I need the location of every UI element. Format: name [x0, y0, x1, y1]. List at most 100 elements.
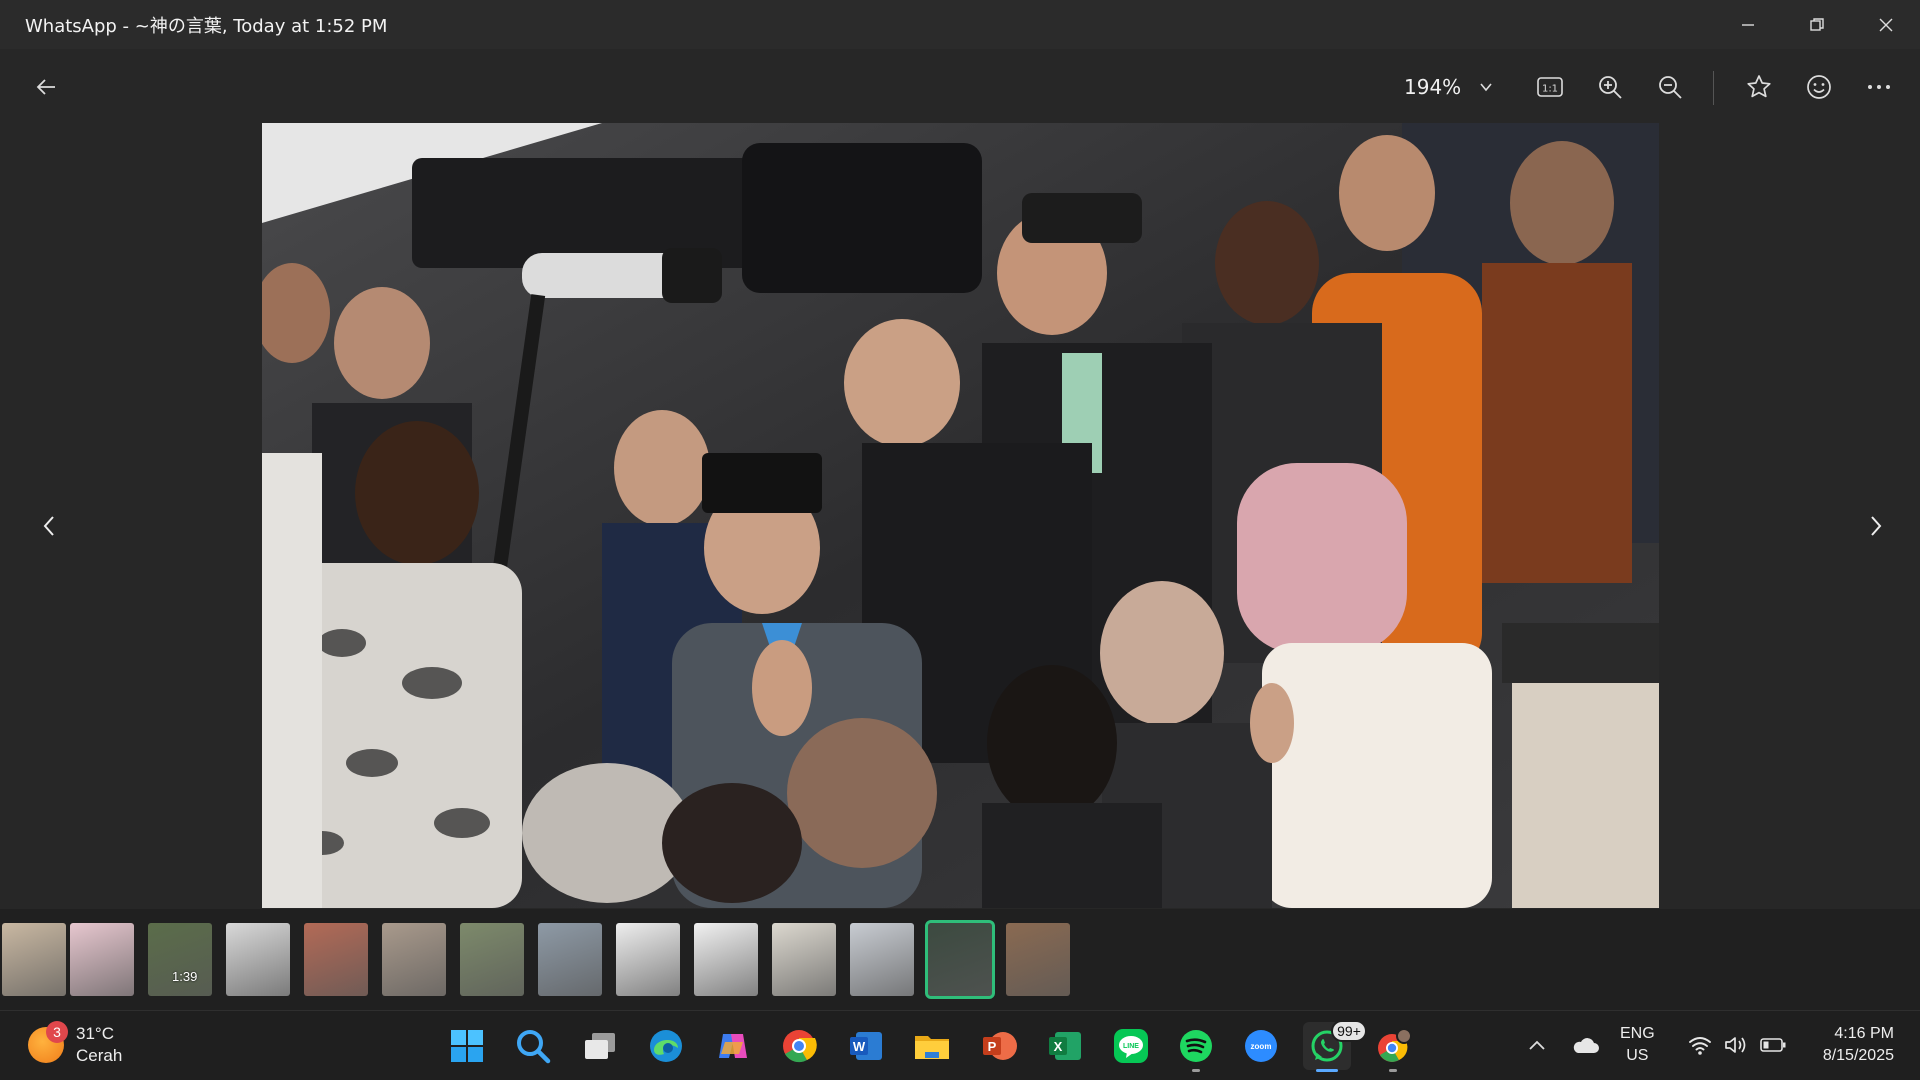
active-indicator: [1316, 1069, 1338, 1072]
star-icon: [1747, 75, 1771, 98]
viewer-toolbar: 194% 1:1: [0, 49, 1920, 121]
actual-size-icon: 1:1: [1537, 77, 1563, 97]
cloud-icon: [1573, 1038, 1599, 1053]
svg-text:X: X: [1054, 1039, 1063, 1054]
zoom-out-button[interactable]: [1652, 69, 1688, 105]
back-button[interactable]: [30, 71, 62, 103]
weather-condition: Cerah: [76, 1046, 123, 1065]
language-code: ENG: [1620, 1025, 1655, 1042]
filmstrip-thumbnail[interactable]: [2, 923, 66, 996]
excel-icon: X: [1049, 1032, 1081, 1060]
file-explorer-button[interactable]: [908, 1022, 956, 1070]
video-duration: 1:39: [172, 969, 198, 984]
line-app-button[interactable]: LINE: [1107, 1022, 1155, 1070]
previous-image-button[interactable]: [31, 508, 67, 544]
chevron-up-icon: [1529, 1040, 1545, 1050]
chrome-profile-button[interactable]: [1369, 1022, 1417, 1072]
clock-time: 4:16 PM: [1834, 1025, 1894, 1042]
wifi-icon: [1689, 1037, 1711, 1055]
zoom-in-button[interactable]: [1592, 69, 1628, 105]
weather-badge: 3: [46, 1021, 68, 1043]
svg-text:P: P: [988, 1039, 997, 1054]
weather-widget[interactable]: 3 31°C Cerah: [28, 1021, 123, 1067]
running-indicator: [1389, 1069, 1397, 1072]
notification-badge: 99+: [1331, 1020, 1367, 1042]
powerpoint-icon: P: [983, 1032, 1017, 1060]
battery-icon: [1760, 1038, 1786, 1052]
next-image-button[interactable]: [1858, 508, 1894, 544]
reaction-button[interactable]: [1801, 69, 1837, 105]
title-bar: WhatsApp - ~神の言葉, Today at 1:52 PM: [0, 0, 1920, 49]
close-button[interactable]: [1851, 0, 1920, 49]
svg-text:1:1: 1:1: [1542, 84, 1558, 95]
copilot-button[interactable]: [709, 1022, 757, 1070]
weather-sun-icon: 3: [28, 1021, 68, 1063]
filmstrip-thumbnail[interactable]: [538, 923, 602, 996]
filmstrip-thumbnail[interactable]: [925, 920, 995, 999]
quick-settings-button[interactable]: [1682, 1025, 1792, 1065]
start-button[interactable]: [443, 1022, 491, 1070]
favorite-button[interactable]: [1741, 69, 1777, 105]
arrow-left-icon: [36, 79, 55, 95]
filmstrip-thumbnail[interactable]: [1006, 923, 1070, 996]
filmstrip-thumbnail[interactable]: [772, 923, 836, 996]
folder-icon: [915, 1036, 949, 1059]
more-horizontal-icon: [1868, 85, 1890, 89]
chrome-button[interactable]: [775, 1022, 823, 1070]
chevron-left-icon: [43, 516, 54, 536]
filmstrip-thumbnail[interactable]: [694, 923, 758, 996]
spotify-button[interactable]: [1172, 1022, 1220, 1072]
filmstrip: 1:39: [0, 920, 1920, 999]
svg-text:W: W: [853, 1039, 866, 1054]
temperature: 31°C: [76, 1024, 114, 1043]
clock-button[interactable]: 4:16 PM 8/15/2025: [1798, 1023, 1894, 1067]
onedrive-button[interactable]: [1568, 1025, 1602, 1065]
clock-date: 8/15/2025: [1822, 1047, 1894, 1064]
more-options-button[interactable]: [1861, 69, 1897, 105]
actual-size-button[interactable]: 1:1: [1532, 69, 1568, 105]
window-title: WhatsApp - ~神の言葉, Today at 1:52 PM: [25, 15, 388, 37]
restore-icon: [1809, 17, 1824, 31]
edge-button[interactable]: [642, 1022, 690, 1070]
filmstrip-thumbnail[interactable]: [70, 923, 134, 996]
excel-button[interactable]: X: [1041, 1022, 1089, 1070]
zoom-icon: zoom: [1245, 1030, 1277, 1062]
search-icon: [517, 1030, 551, 1064]
word-button[interactable]: W: [842, 1022, 890, 1070]
restore-button[interactable]: [1782, 0, 1851, 49]
whatsapp-button[interactable]: 99+: [1303, 1020, 1367, 1072]
taskbar: 3 31°C Cerah W P X LINE zoom 99+ ENG US …: [0, 1010, 1920, 1080]
windows-logo-icon: [451, 1030, 483, 1062]
zoom-in-icon: [1599, 76, 1622, 99]
word-icon: W: [850, 1032, 882, 1060]
filmstrip-thumbnail[interactable]: [382, 923, 446, 996]
close-icon: [1879, 18, 1892, 31]
filmstrip-thumbnail[interactable]: [226, 923, 290, 996]
edge-icon: [650, 1030, 682, 1062]
task-view-button[interactable]: [576, 1022, 624, 1070]
search-button[interactable]: [509, 1022, 557, 1070]
zoom-level: 194%: [1404, 75, 1462, 99]
task-view-icon: [585, 1033, 615, 1059]
minimize-button[interactable]: [1713, 0, 1782, 49]
filmstrip-thumbnail[interactable]: [460, 923, 524, 996]
filmstrip-thumbnail[interactable]: [304, 923, 368, 996]
input-language-button[interactable]: ENG US: [1620, 1023, 1655, 1067]
line-icon: LINE: [1114, 1029, 1148, 1063]
running-indicator: [1192, 1069, 1200, 1072]
filmstrip-thumbnail[interactable]: [850, 923, 914, 996]
minimize-icon: [1741, 23, 1754, 26]
photo-image: [262, 123, 1659, 908]
keyboard-layout: US: [1626, 1047, 1649, 1064]
filmstrip-thumbnail[interactable]: [616, 923, 680, 996]
smiley-icon: [1807, 75, 1831, 99]
filmstrip-thumbnail[interactable]: 1:39: [148, 923, 212, 996]
zoom-dropdown[interactable]: 194%: [1404, 71, 1493, 103]
zoom-app-button[interactable]: zoom: [1237, 1022, 1285, 1070]
spotify-icon: [1180, 1030, 1212, 1062]
svg-text:LINE: LINE: [1123, 1043, 1139, 1050]
zoom-out-icon: [1659, 76, 1682, 99]
chrome-icon: [783, 1030, 817, 1063]
powerpoint-button[interactable]: P: [975, 1022, 1023, 1070]
show-hidden-icons-button[interactable]: [1522, 1025, 1552, 1065]
